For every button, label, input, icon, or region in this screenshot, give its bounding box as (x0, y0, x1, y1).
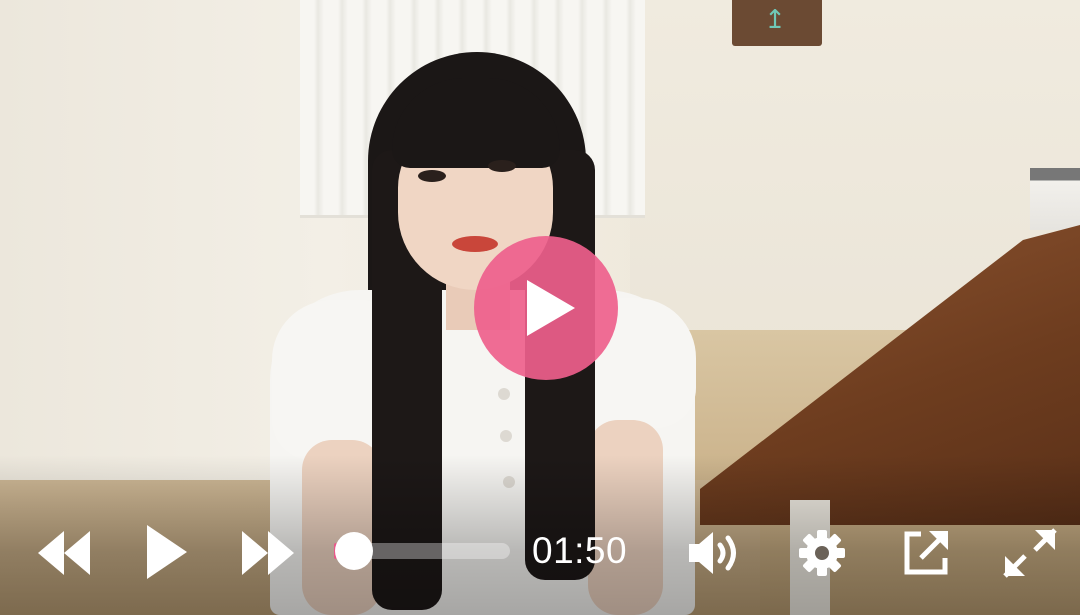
fullscreen-icon (1003, 528, 1057, 578)
volume-icon (689, 532, 736, 574)
fast-forward-icon (242, 531, 294, 575)
video-player[interactable]: ↥ 01:50 (0, 0, 1080, 615)
scene-box (1030, 168, 1080, 230)
person-eye-right (488, 160, 516, 172)
play-button[interactable] (140, 523, 190, 581)
rewind-button[interactable] (34, 529, 94, 577)
play-icon (527, 280, 575, 336)
current-time: 01:50 (532, 530, 628, 571)
share-button[interactable] (900, 527, 952, 579)
scene-sign-arrow: ↥ (764, 4, 786, 34)
fullscreen-button[interactable] (1002, 527, 1058, 579)
rewind-icon (38, 531, 90, 575)
person-eye-left (418, 170, 446, 182)
play-icon (147, 525, 187, 579)
settings-button[interactable] (796, 527, 848, 579)
person-lips (452, 236, 498, 252)
volume-button[interactable] (686, 528, 746, 578)
shirt-button (498, 388, 510, 400)
progress-thumb[interactable] (335, 532, 373, 570)
shirt-button (500, 430, 512, 442)
gear-icon (799, 530, 845, 576)
big-play-button[interactable] (474, 236, 618, 380)
external-link-icon (904, 531, 948, 575)
fast-forward-button[interactable] (238, 529, 298, 577)
